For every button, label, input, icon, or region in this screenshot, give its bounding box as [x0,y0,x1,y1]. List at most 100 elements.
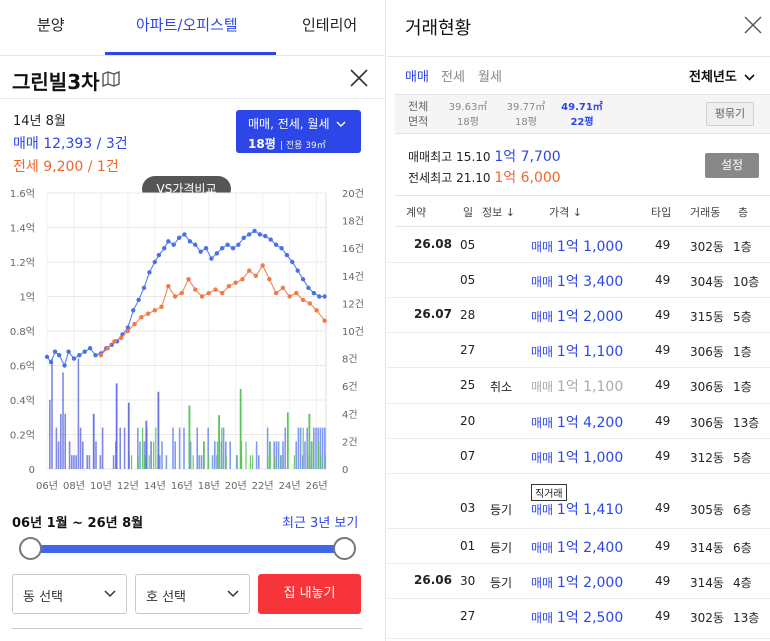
sale-price-point [220,246,225,251]
chevron-down-icon [104,590,116,598]
settings-button[interactable]: 설정 [705,153,759,178]
volume-bar [119,427,121,469]
volume-bar [313,427,315,469]
table-row[interactable]: 27 매매 1억 1,100 49 306동 1층 [387,333,770,368]
jeonse-price-point [246,268,252,273]
building-dong: 302동 [690,240,724,254]
tab-sale[interactable]: 매매 [405,66,429,85]
table-row[interactable]: 25 취소 매매 1억 1,100 49 306동 1층 [387,368,770,404]
area-option-selected[interactable]: 49.71㎡ 22평 [557,100,607,130]
sale-price-point [236,242,241,247]
detail-panel: 분양 아파트/오피스텔 인테리어 그린빌3차 14년 8월 매매 12,393 … [0,0,386,641]
year-select[interactable]: 전체년도 [689,66,755,85]
trade-filter-button[interactable]: 매매, 전세, 월세 18평 | 전용 39㎡ [236,110,361,153]
table-row[interactable]: 26.07 28 매매 1억 2,000 49 315동 5층 [387,298,770,333]
volume-bar [188,405,191,469]
sale-price-point [187,239,193,244]
floor: 13층 [733,416,760,430]
volume-bar [214,441,216,469]
table-row[interactable]: 05 매매 1억 3,400 49 304동 10층 [387,263,770,298]
volume-bar [178,427,181,469]
contract-month: 26.07 [414,307,452,321]
table-row[interactable]: 01 등기 매매 1억 2,400 49 314동 6층 [387,529,770,564]
dong-select[interactable]: 동 선택 [12,574,127,614]
deal-price: 매매 1억 1,100 [531,379,624,395]
y-left-tick-label: 1.6억 [10,188,35,200]
divider [0,98,386,99]
chevron-down-icon [744,74,755,81]
jeonse-price-point [98,352,104,358]
jeonse-price-point [253,273,259,278]
sale-price-point [284,252,290,258]
tab-presale[interactable]: 분양 [37,14,65,35]
building-dong: 314동 [690,541,724,555]
header-info-sort[interactable]: 정보 ↓ [482,204,515,220]
y-right-tick-label: 10건 [342,326,364,338]
sale-price-point [273,242,279,247]
unit-type: 49 [655,343,671,357]
volume-bar [315,427,317,469]
volume-bar [60,413,62,469]
volume-bar [277,441,280,469]
table-row[interactable]: 26.06 30 등기 매매 1억 2,000 49 314동 4층 [387,564,770,599]
volume-bar [112,455,115,469]
table-row[interactable]: 20 매매 1억 4,200 49 306동 13층 [387,404,770,439]
slider-start-handle[interactable] [19,537,42,560]
volume-bar [51,358,53,469]
deal-info: 등기 [490,541,513,555]
table-row[interactable]: 03 등기 직거래 매매 1억 1,410 49 305동 6층 [387,474,770,529]
rent-volume-bar [197,455,199,469]
rent-volume-bar [280,455,282,469]
rent-volume-bar [324,455,326,469]
tab-monthly-rent[interactable]: 월세 [478,66,502,85]
sale-price-point [87,346,93,351]
sale-price-point [171,242,176,247]
close-icon[interactable] [744,16,762,34]
date-range-slider[interactable] [30,545,344,553]
jeonse-price-point [267,277,272,282]
volume-bar [139,441,141,469]
rent-volume-bar [131,455,133,469]
floor: 6층 [733,541,752,555]
area-option[interactable]: 39.63㎡ 18평 [443,100,493,130]
tab-interior[interactable]: 인테리어 [302,14,357,35]
volume-bar [172,427,174,469]
deal-price: 매매 1억 2,500 [531,610,624,626]
jeonse-price-point [159,304,164,310]
sale-price-point [48,359,54,365]
header-price-sort[interactable]: 가격 ↓ [549,204,582,220]
rent-volume-bar [293,455,295,469]
tab-apartment-officetel[interactable]: 아파트/오피스텔 [136,14,238,35]
y-right-tick-label: 20건 [342,188,364,200]
table-row[interactable]: 26.08 05 매매 1억 1,000 49 302동 1층 [387,228,770,263]
list-property-button[interactable]: 집 내놓기 [258,574,361,614]
sale-price-point [268,237,273,242]
table-row[interactable]: 27 매매 1억 2,500 49 302동 13층 [387,599,770,639]
volume-bar [284,427,286,469]
rent-volume-bar [142,427,144,469]
close-icon[interactable] [349,68,369,88]
jeonse-price-point [206,290,211,296]
ho-select[interactable]: 호 선택 [135,574,250,614]
volume-bar [99,455,102,469]
table-row[interactable]: 07 매매 1억 1,000 49 312동 5층 [387,439,770,474]
sale-price-point [279,246,284,251]
area-option[interactable]: 39.77㎡ 18평 [501,100,551,130]
price-chart[interactable]: 0 0.2억 0.4억 0.6억 0.8억 1억 1.2억 1.4억 1.6억 0 2건 4건 6건 8건… [0,183,386,498]
deal-price: 매매 1억 3,400 [531,274,624,290]
recent-3-years-link[interactable]: 최근 3년 보기 [282,512,358,531]
slider-end-handle[interactable] [333,537,356,560]
map-icon[interactable] [102,71,120,87]
sale-price-point [198,249,203,254]
group-by-pyeong-button[interactable]: 평묶기 [706,102,754,126]
date-range-label: 06년 1월 ~ 26년 8월 [12,516,144,531]
rent-volume-bar [307,455,309,469]
building-dong: 306동 [690,416,724,430]
y-right-tick-label: 16건 [342,243,364,255]
tab-jeonse[interactable]: 전세 [441,66,465,85]
area-filter-label[interactable]: 전체 면적 [408,99,428,129]
volume-bar [86,455,88,469]
contract-day: 01 [460,539,476,553]
rent-volume-bar [216,441,218,469]
filter-types: 매매, 전세, 월세 [248,117,330,131]
